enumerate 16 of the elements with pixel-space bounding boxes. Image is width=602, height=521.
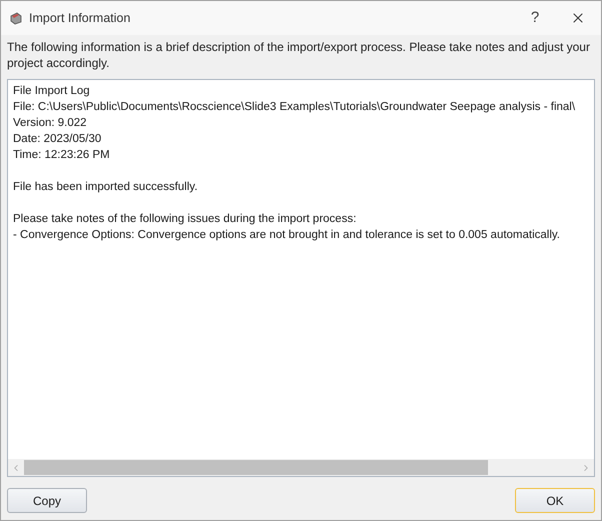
dialog-button[interactable]: Copy bbox=[7, 488, 87, 513]
log-line: File Import Log bbox=[13, 84, 90, 99]
horizontal-scrollbar[interactable] bbox=[8, 459, 594, 476]
log-line: - Convergence Options: Convergence options are not brought in and tolerance is set to 0.005 automatically. bbox=[13, 228, 560, 243]
log-line: File has been imported successfully. bbox=[13, 180, 198, 195]
help-button[interactable]: ? bbox=[515, 3, 555, 33]
dialog-button[interactable]: OK bbox=[515, 488, 595, 513]
log-line: Version: 9.022 bbox=[13, 116, 87, 131]
log-line: Please take notes of the following issues during the import process: bbox=[13, 212, 356, 227]
description-text: The following information is a brief description of the import/export process. Please take notes and adjust your project accordingly. bbox=[6, 39, 591, 71]
app-icon bbox=[9, 11, 23, 25]
scrollbar-thumb[interactable] bbox=[24, 460, 488, 475]
log-line: File: C:\Users\Public\Documents\Rocscience\Slide3 Examples\Tutorials\Groundwater Seepage analysis - final\ bbox=[13, 100, 576, 115]
log-line: Time: 12:23:26 PM bbox=[13, 148, 110, 163]
window-title: Import Information bbox=[29, 10, 130, 27]
log-line: Date: 2023/05/30 bbox=[13, 132, 102, 147]
